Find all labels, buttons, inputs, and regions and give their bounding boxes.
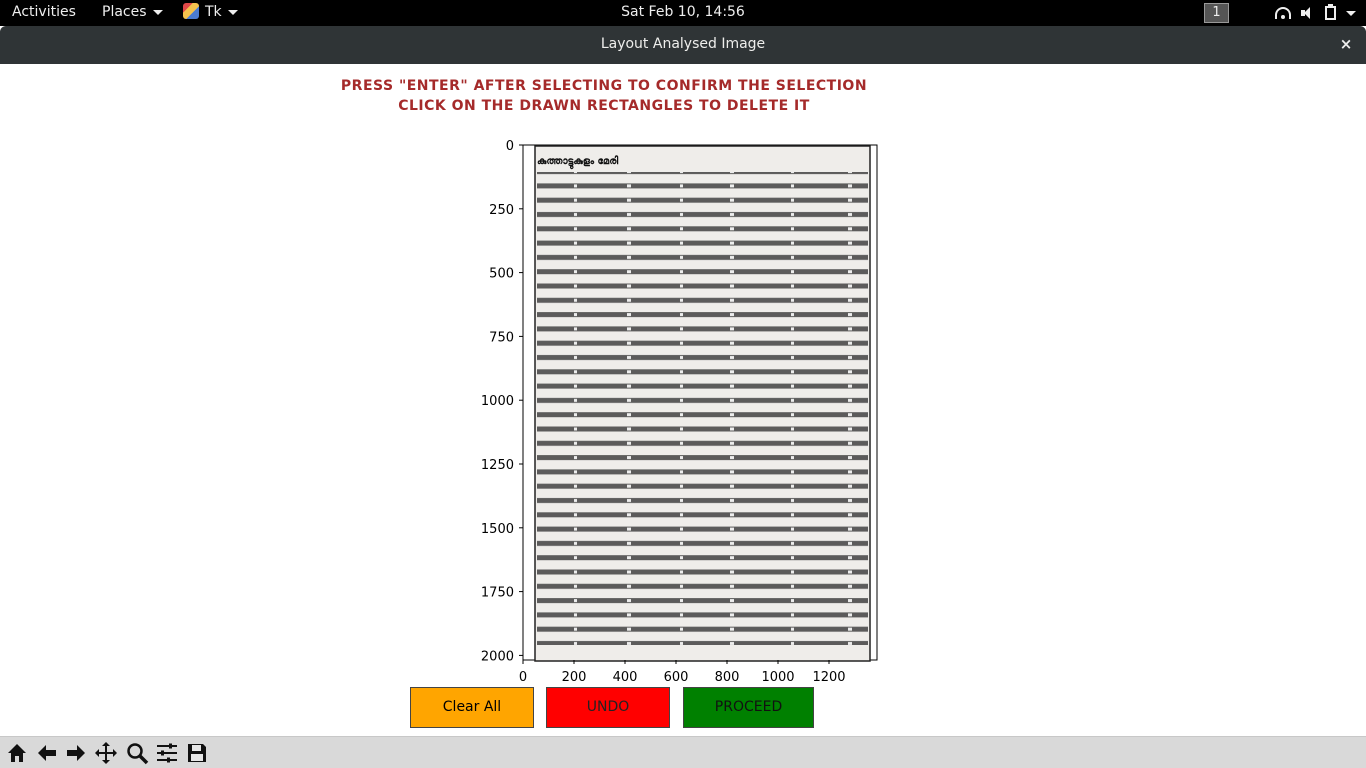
system-tray[interactable]: [1275, 0, 1356, 26]
volume-icon: [1301, 7, 1315, 19]
home-button[interactable]: [3, 739, 31, 767]
paragraph-block: [537, 358, 868, 530]
y-tick-label: 1000: [481, 394, 514, 409]
paragraph-block: [537, 573, 868, 645]
paragraph-block: [537, 530, 868, 573]
x-axis: 0 200 400 600 800 1000 1200: [519, 660, 846, 684]
x-tick-label: 600: [664, 670, 689, 684]
save-icon: [188, 744, 206, 762]
workspace-indicator[interactable]: 1: [1204, 3, 1229, 23]
y-tick-label: 0: [506, 139, 514, 154]
window-titlebar: Layout Analysed Image ×: [0, 26, 1366, 64]
system-top-bar: Activities Places Tk Sat Feb 10, 14:56 1: [0, 0, 1366, 26]
save-button[interactable]: [183, 739, 211, 767]
chevron-down-icon: [1346, 10, 1356, 16]
y-tick-label: 750: [489, 330, 514, 345]
proceed-button[interactable]: PROCEED: [683, 687, 814, 728]
close-button[interactable]: ×: [1336, 34, 1356, 54]
pan-button[interactable]: [92, 739, 120, 767]
y-tick-label: 1500: [481, 522, 514, 537]
zoom-icon: [127, 743, 149, 765]
zoom-button[interactable]: [123, 739, 151, 767]
configure-subplots-button[interactable]: [153, 739, 181, 767]
y-tick-label: 500: [489, 267, 514, 282]
paragraph-block: [537, 244, 868, 358]
y-axis: 0 250 500 750 1000 1250 1500 1750 2000: [481, 139, 523, 664]
x-tick-label: 1200: [812, 670, 845, 684]
y-tick-label: 250: [489, 203, 514, 218]
wifi-icon: [1275, 7, 1291, 19]
x-tick-label: 1000: [761, 670, 794, 684]
clear-all-button[interactable]: Clear All: [410, 687, 534, 728]
paragraph-block: [537, 172, 868, 244]
forward-button[interactable]: [62, 739, 90, 767]
clock[interactable]: Sat Feb 10, 14:56: [0, 0, 1366, 26]
forward-icon: [67, 745, 85, 761]
navigation-toolbar: [0, 736, 1366, 768]
pan-icon: [95, 742, 117, 764]
back-icon: [38, 745, 56, 761]
configure-subplots-icon: [157, 743, 177, 763]
y-tick-label: 2000: [481, 649, 514, 664]
figure-canvas[interactable]: PRESS "ENTER" AFTER SELECTING TO CONFIRM…: [0, 64, 1366, 736]
x-tick-label: 800: [715, 670, 740, 684]
back-button[interactable]: [33, 739, 61, 767]
battery-icon: [1325, 4, 1336, 20]
undo-button[interactable]: UNDO: [546, 687, 670, 728]
y-tick-label: 1750: [481, 586, 514, 601]
window-title: Layout Analysed Image: [600, 36, 766, 52]
home-icon: [8, 744, 26, 762]
x-tick-label: 400: [613, 670, 638, 684]
x-tick-label: 200: [562, 670, 587, 684]
y-tick-label: 1250: [481, 458, 514, 473]
document-image[interactable]: കുത്താട്ടുകുളം മേരി: [534, 145, 871, 662]
x-tick-label: 0: [519, 670, 527, 684]
image-plot[interactable]: കുത്താട്ടുകുളം മേരി 0 250 500 750 1000 1250 15…: [0, 64, 1366, 684]
